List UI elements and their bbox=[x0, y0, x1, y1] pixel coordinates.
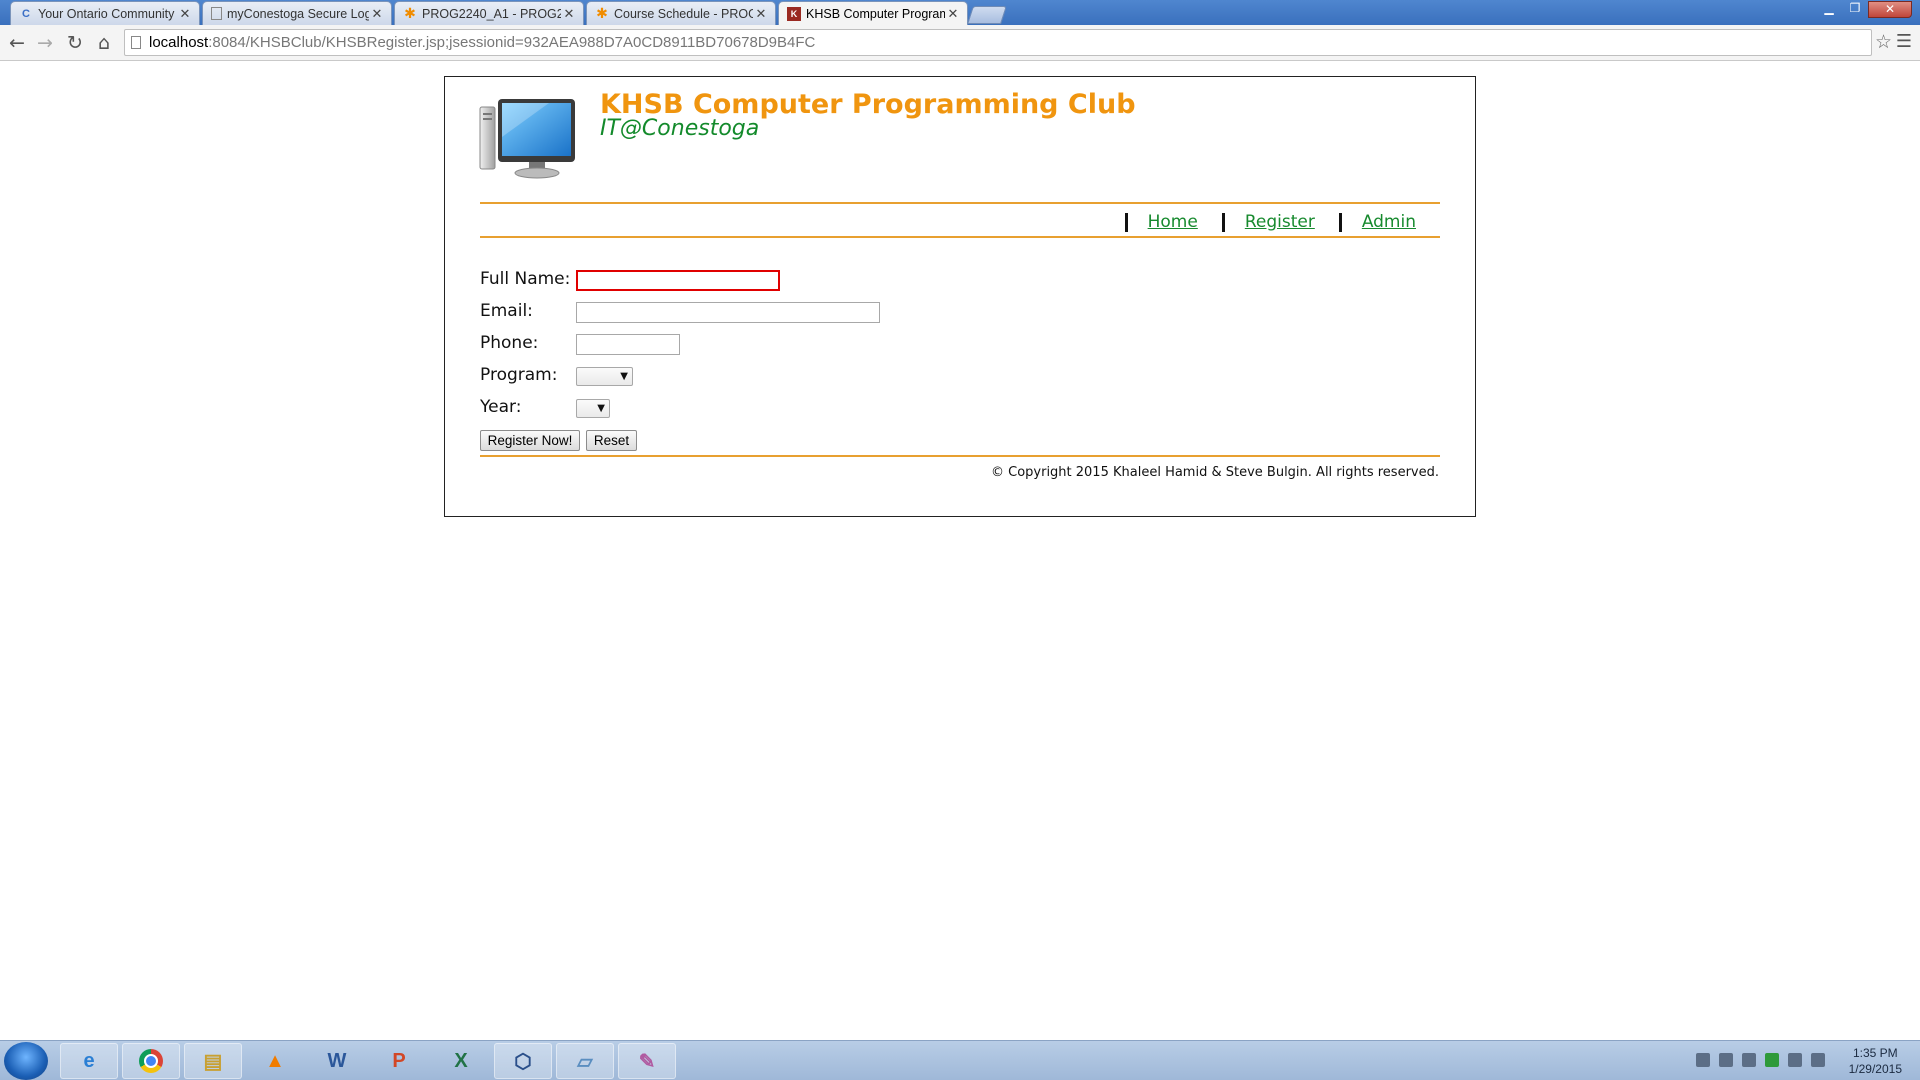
tab-title: Course Schedule - PROG2240 bbox=[614, 6, 753, 21]
back-arrow-icon[interactable]: ← bbox=[4, 30, 30, 56]
tab-course-schedule[interactable]: ✱ Course Schedule - PROG2240 ✕ bbox=[586, 1, 776, 25]
tray-app-icon[interactable] bbox=[1742, 1053, 1756, 1067]
system-tray bbox=[1696, 1053, 1825, 1067]
phone-input[interactable] bbox=[576, 334, 680, 355]
new-tab-button[interactable] bbox=[967, 6, 1007, 24]
email-label: Email: bbox=[480, 301, 533, 321]
security-shield-icon[interactable] bbox=[1765, 1053, 1779, 1067]
close-tab-icon[interactable]: ✕ bbox=[945, 6, 961, 22]
powerpoint-icon[interactable]: P bbox=[370, 1043, 428, 1079]
volume-icon[interactable] bbox=[1811, 1053, 1825, 1067]
email-input[interactable] bbox=[576, 302, 880, 323]
home-icon[interactable]: ⌂ bbox=[91, 30, 117, 56]
tab-title: myConestoga Secure Login bbox=[227, 6, 369, 21]
close-tab-icon[interactable]: ✕ bbox=[177, 6, 193, 22]
computer-logo-icon bbox=[479, 99, 575, 179]
browser-titlebar: C Your Ontario Community ✕ myConestoga S… bbox=[0, 0, 1920, 25]
menu-icon[interactable]: ☰ bbox=[1896, 31, 1912, 52]
address-url: localhost:8084/KHSBClub/KHSBRegister.jsp… bbox=[149, 34, 816, 51]
page-icon bbox=[211, 7, 222, 20]
nav-link-admin[interactable]: Admin bbox=[1362, 212, 1416, 232]
tab-khsb-club[interactable]: K KHSB Computer Programming Club ✕ bbox=[778, 1, 968, 25]
tab-title: Your Ontario Community bbox=[38, 6, 175, 21]
year-select[interactable]: ▼ bbox=[576, 399, 610, 418]
tab-title: PROG2240_A1 - PROG2240 bbox=[422, 6, 561, 21]
nav-separator bbox=[1338, 212, 1342, 232]
bookmark-star-icon[interactable]: ☆ bbox=[1875, 31, 1892, 53]
windows-taskbar: e ▤ ▲ W P X ⬡ ▱ ✎ 1:35 PM 1/29/2015 bbox=[0, 1040, 1920, 1080]
program-select[interactable]: ▼ bbox=[576, 367, 633, 386]
reset-button[interactable]: Reset bbox=[586, 430, 637, 451]
tab-title: KHSB Computer Programming Club bbox=[806, 6, 945, 21]
notepad-icon[interactable]: ▱ bbox=[556, 1043, 614, 1079]
close-tab-icon[interactable]: ✕ bbox=[753, 6, 769, 22]
excel-icon[interactable]: X bbox=[432, 1043, 490, 1079]
orange-asterisk-icon: ✱ bbox=[596, 5, 608, 21]
restore-icon[interactable]: ❐ bbox=[1842, 1, 1868, 18]
browser-toolbar: ← → ↻ ⌂ localhost:8084/KHSBClub/KHSBRegi… bbox=[0, 25, 1920, 61]
program-label: Program: bbox=[480, 365, 558, 385]
chevron-down-icon: ▼ bbox=[620, 371, 628, 382]
close-window-icon[interactable]: ✕ bbox=[1868, 1, 1912, 18]
nav-bottom-rule bbox=[480, 236, 1440, 238]
full-name-label: Full Name: bbox=[480, 269, 571, 289]
chevron-down-icon: ▼ bbox=[597, 403, 605, 414]
system-clock[interactable]: 1:35 PM 1/29/2015 bbox=[1849, 1045, 1902, 1077]
close-tab-icon[interactable]: ✕ bbox=[369, 6, 385, 22]
page-icon bbox=[131, 36, 141, 49]
main-nav: Home Register Admin bbox=[1124, 210, 1440, 234]
keyboard-icon[interactable] bbox=[1696, 1053, 1710, 1067]
tray-app-icon[interactable] bbox=[1719, 1053, 1733, 1067]
reload-icon[interactable]: ↻ bbox=[62, 30, 88, 56]
clock-time: 1:35 PM bbox=[1852, 1046, 1898, 1060]
tab-your-ontario-community[interactable]: C Your Ontario Community ✕ bbox=[10, 1, 200, 25]
tab-myconestoga[interactable]: myConestoga Secure Login ✕ bbox=[202, 1, 392, 25]
khsb-icon: K bbox=[787, 6, 801, 21]
word-icon[interactable]: W bbox=[308, 1043, 366, 1079]
file-explorer-icon[interactable]: ▤ bbox=[184, 1043, 242, 1079]
address-bar[interactable]: localhost:8084/KHSBClub/KHSBRegister.jsp… bbox=[124, 29, 1872, 56]
nav-link-home[interactable]: Home bbox=[1148, 212, 1198, 232]
vlc-icon[interactable]: ▲ bbox=[246, 1043, 304, 1079]
start-button[interactable] bbox=[4, 1042, 48, 1080]
full-name-input[interactable] bbox=[576, 270, 780, 291]
site-subtitle: IT@Conestoga bbox=[600, 116, 760, 141]
paint-icon[interactable]: ✎ bbox=[618, 1043, 676, 1079]
copyright-text: © Copyright 2015 Khaleel Hamid & Steve B… bbox=[990, 465, 1439, 480]
forward-arrow-icon[interactable]: → bbox=[32, 30, 58, 56]
nav-separator bbox=[1221, 212, 1225, 232]
tab-prog2240-a1[interactable]: ✱ PROG2240_A1 - PROG2240 ✕ bbox=[394, 1, 584, 25]
window-controls: ▁ ❐ ✕ bbox=[1816, 1, 1912, 18]
phone-label: Phone: bbox=[480, 333, 539, 353]
register-now-button[interactable]: Register Now! bbox=[480, 430, 580, 451]
google-icon: C bbox=[22, 7, 30, 20]
nav-link-register[interactable]: Register bbox=[1245, 212, 1315, 232]
footer-rule bbox=[480, 455, 1440, 457]
clock-date: 1/29/2015 bbox=[1848, 1062, 1902, 1076]
virtualbox-icon[interactable]: ⬡ bbox=[494, 1043, 552, 1079]
internet-explorer-icon[interactable]: e bbox=[60, 1043, 118, 1079]
chrome-icon[interactable] bbox=[122, 1043, 180, 1079]
year-label: Year: bbox=[480, 397, 522, 417]
nav-separator bbox=[1124, 212, 1128, 232]
close-tab-icon[interactable]: ✕ bbox=[561, 6, 577, 22]
nav-top-rule bbox=[480, 202, 1440, 204]
orange-asterisk-icon: ✱ bbox=[404, 5, 416, 21]
minimize-icon[interactable]: ▁ bbox=[1816, 1, 1842, 18]
network-icon[interactable] bbox=[1788, 1053, 1802, 1067]
